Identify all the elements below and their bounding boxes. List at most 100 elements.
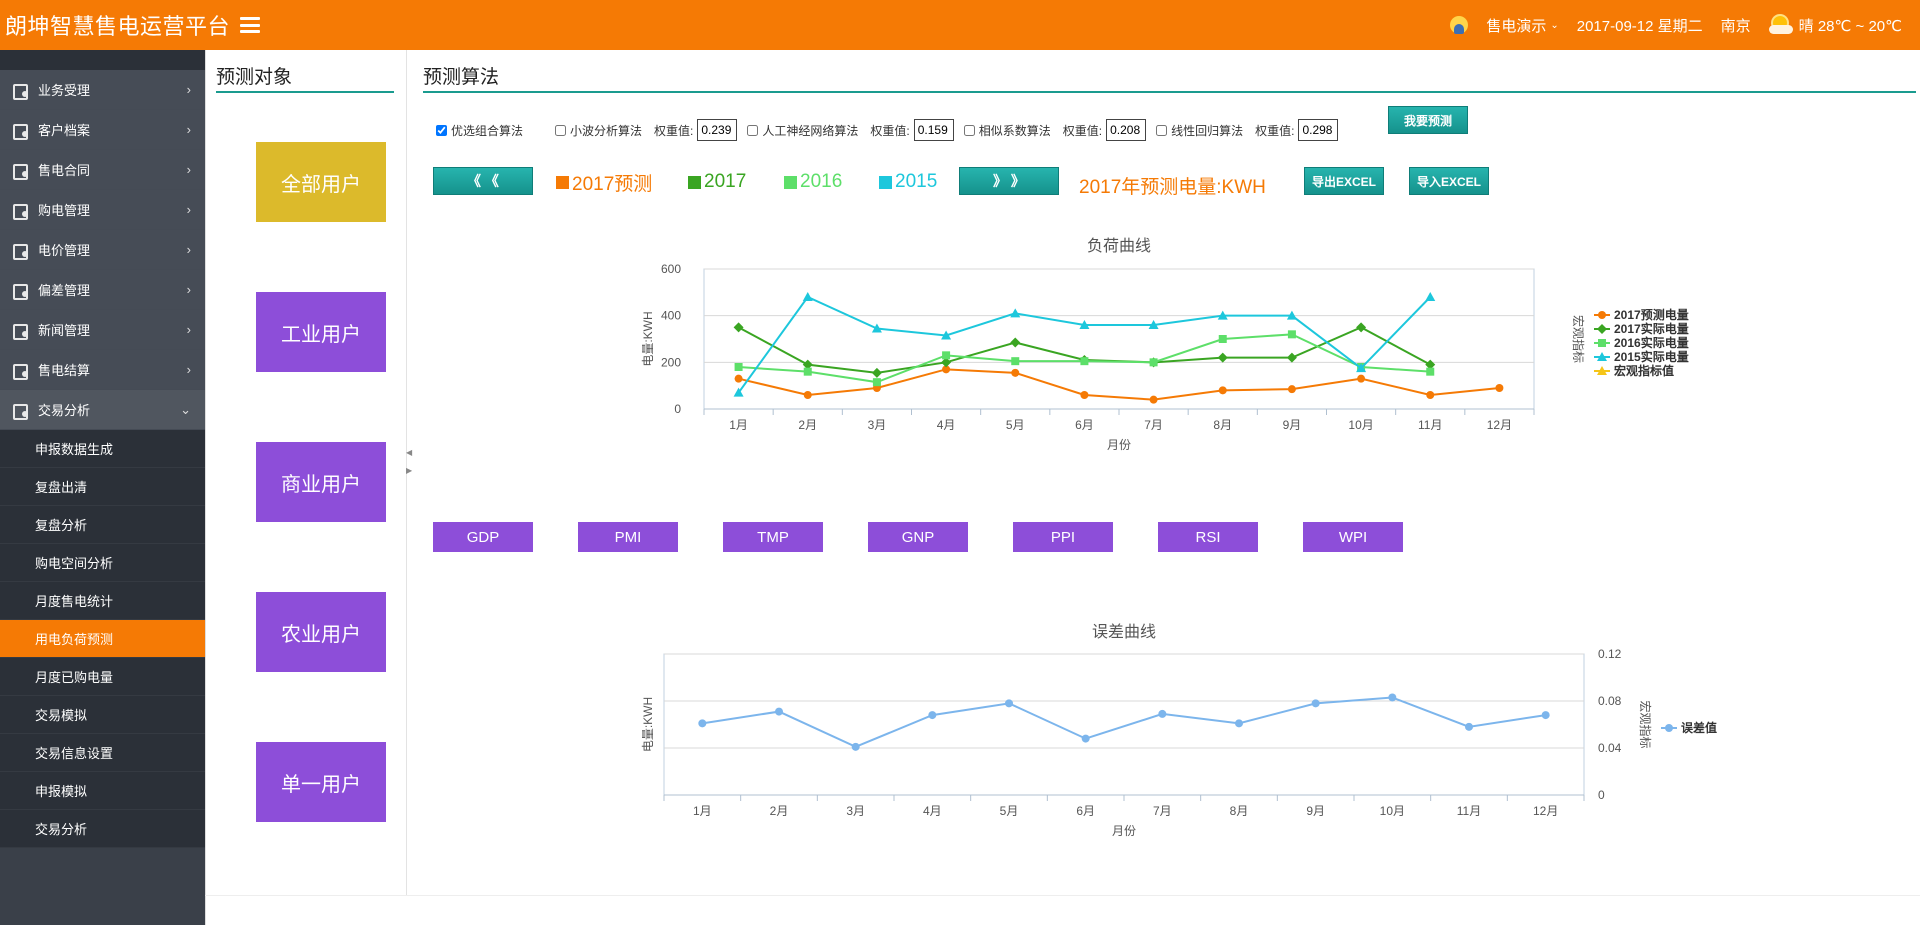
collapse-handle[interactable]: ◀ ▶ — [406, 440, 412, 500]
sidebar-item[interactable]: 交易分析 ⌄ — [0, 390, 205, 430]
sidebar-item[interactable]: 新闻管理 › — [0, 310, 205, 350]
x-tick-label: 11月 — [1457, 804, 1481, 818]
series-line — [738, 368, 1500, 401]
sidebar-item[interactable]: 售电结算 › — [0, 350, 205, 390]
sidebar-item[interactable]: 客户档案 › — [0, 110, 205, 150]
predict-button[interactable]: 我要预测 — [1388, 106, 1468, 134]
sidebar-subitem[interactable]: 交易模拟 — [0, 696, 205, 734]
sidebar-subitem[interactable]: 用电负荷预测 — [0, 620, 205, 658]
sidebar-item[interactable]: 业务受理 › — [0, 70, 205, 110]
macro-button-tmp[interactable]: TMP — [723, 522, 823, 552]
macro-button-wpi[interactable]: WPI — [1303, 522, 1403, 552]
macro-button-gnp[interactable]: GNP — [868, 522, 968, 552]
x-tick-label: 8月 — [1213, 418, 1232, 432]
x-tick-label: 10月 — [1380, 804, 1405, 818]
data-point — [1388, 693, 1397, 702]
sidebar-item-label: 客户档案 — [38, 123, 91, 138]
menu-icon — [12, 242, 28, 260]
sidebar-subitem[interactable]: 月度已购电量 — [0, 658, 205, 696]
x-tick-label: 12月 — [1533, 804, 1558, 818]
y-tick-label: 200 — [661, 355, 681, 369]
sidebar-item-label: 业务受理 — [38, 83, 91, 98]
target-all-users[interactable]: 全部用户 — [256, 142, 386, 222]
weight-label: 权重值: — [870, 123, 910, 138]
algo-linear-regression[interactable]: 线性回归算法 — [1156, 122, 1243, 139]
algo-similarity[interactable]: 相似系数算法 — [963, 122, 1051, 139]
export-excel-button[interactable]: 导出EXCEL — [1304, 167, 1384, 195]
sidebar-item[interactable]: 偏差管理 › — [0, 270, 205, 310]
sidebar-subitem[interactable]: 月度售电统计 — [0, 582, 205, 620]
x-axis-title: 月份 — [1112, 824, 1136, 838]
x-tick-label: 8月 — [1230, 804, 1249, 818]
target-agricultural-users[interactable]: 农业用户 — [256, 592, 386, 672]
target-single-user[interactable]: 单一用户 — [256, 742, 386, 822]
algo-neural-network-checkbox[interactable] — [747, 124, 759, 136]
chevron-right-icon: › — [186, 322, 191, 337]
algo-linear-regression-checkbox[interactable] — [1156, 124, 1168, 136]
data-point — [698, 719, 707, 728]
sidebar-subitem[interactable]: 复盘分析 — [0, 506, 205, 544]
sidebar-item-label: 购电管理 — [38, 203, 91, 218]
x-tick-label: 7月 — [1144, 418, 1163, 432]
data-point — [802, 292, 813, 301]
algorithm-options: 优选组合算法 小波分析算法 权重值: 人工神经网络算法 权重值: 相似系数算法 … — [436, 118, 1348, 142]
macro-button-pmi[interactable]: PMI — [578, 522, 678, 552]
algo-optimal-combo[interactable]: 优选组合算法 — [436, 122, 523, 139]
data-point — [1426, 391, 1435, 399]
y2-axis-title: 宏观指标 — [1571, 315, 1586, 363]
target-commercial-users[interactable]: 商业用户 — [256, 442, 386, 522]
data-point — [871, 367, 882, 378]
chart-title: 负荷曲线 — [1087, 237, 1151, 255]
sidebar-subitem[interactable]: 购电空间分析 — [0, 544, 205, 582]
wavelet-weight-input[interactable] — [697, 119, 738, 141]
target-industrial-users[interactable]: 工业用户 — [256, 292, 386, 372]
algo-wavelet[interactable]: 小波分析算法 — [555, 122, 642, 139]
sidebar-subitem[interactable]: 交易信息设置 — [0, 734, 205, 772]
menu-toggle-icon[interactable] — [240, 17, 261, 33]
algo-similarity-checkbox[interactable] — [963, 124, 975, 136]
sidebar-item-label: 新闻管理 — [38, 323, 91, 338]
sidebar-item-label: 售电结算 — [38, 363, 91, 378]
legend-2017-forecast: 2017预测 — [556, 172, 652, 195]
data-point — [1495, 384, 1504, 392]
main-content: 预测对象 ◀ ▶ 全部用户 工业用户 商业用户 农业用户 单一用户 预测算法 优选… — [205, 50, 1920, 925]
x-tick-label: 2月 — [798, 418, 817, 432]
macro-button-ppi[interactable]: PPI — [1013, 522, 1113, 552]
sidebar-subitem[interactable]: 申报数据生成 — [0, 430, 205, 468]
x-tick-label: 6月 — [1076, 804, 1095, 818]
sidebar-item[interactable]: 购电管理 › — [0, 190, 205, 230]
menu-icon — [12, 362, 28, 380]
data-point — [1541, 711, 1550, 720]
linear-weight-input[interactable] — [1298, 119, 1339, 141]
data-point — [1356, 322, 1367, 333]
y-tick-label: 0 — [1598, 788, 1605, 802]
sidebar-item[interactable]: 售电合同 › — [0, 150, 205, 190]
weather-text: 晴 28℃ ~ 20℃ — [1798, 17, 1902, 35]
user-menu[interactable]: 售电演示 ⌄ — [1486, 15, 1558, 36]
algo-wavelet-checkbox[interactable] — [555, 124, 567, 136]
algo-optimal-combo-checkbox[interactable] — [436, 124, 447, 136]
x-tick-label: 5月 — [1006, 418, 1025, 432]
sidebar-subitem[interactable]: 复盘出清 — [0, 468, 205, 506]
plot-frame — [703, 268, 1535, 410]
import-excel-button[interactable]: 导入EXCEL — [1409, 167, 1489, 195]
data-point — [1426, 367, 1435, 376]
sidebar-subitem[interactable]: 交易分析 — [0, 810, 205, 848]
legend-marker — [1665, 724, 1673, 732]
neural-weight-input[interactable] — [913, 119, 954, 141]
algo-neural-network[interactable]: 人工神经网络算法 — [747, 122, 858, 139]
data-point — [1286, 352, 1297, 363]
macro-button-rsi[interactable]: RSI — [1158, 522, 1258, 552]
sidebar-subitem[interactable]: 申报模拟 — [0, 772, 205, 810]
data-point — [1425, 292, 1436, 301]
sidebar-item-label: 电价管理 — [38, 243, 91, 258]
similarity-weight-input[interactable] — [1106, 119, 1147, 141]
x-tick-label: 10月 — [1348, 418, 1373, 432]
prev-year-button[interactable]: 《 《 — [433, 167, 533, 195]
next-year-button[interactable]: 》 》 — [959, 167, 1059, 195]
y-axis-title: 电量:KWH — [641, 697, 655, 752]
sidebar-item[interactable]: 电价管理 › — [0, 230, 205, 270]
legend-2017: 2017 — [688, 171, 746, 192]
y-axis-title: 电量:KWH — [641, 311, 655, 366]
macro-button-gdp[interactable]: GDP — [433, 522, 533, 552]
